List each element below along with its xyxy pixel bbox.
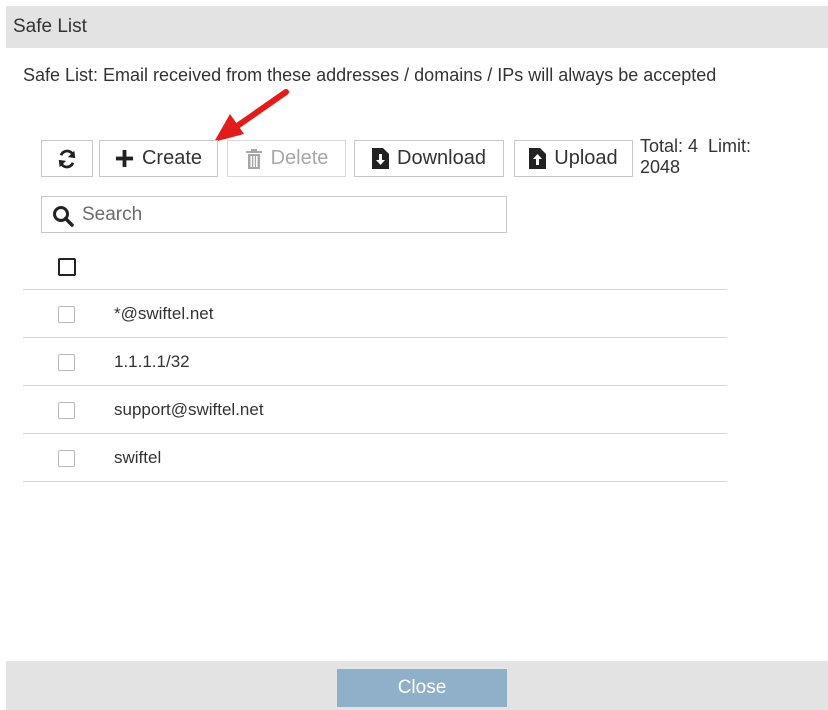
upload-file-icon xyxy=(529,148,547,169)
upload-button[interactable]: Upload xyxy=(514,140,633,177)
safe-list-dialog: Safe List Safe List: Email received from… xyxy=(6,6,828,710)
limit-label: Limit: xyxy=(708,136,752,156)
refresh-icon xyxy=(56,148,78,170)
create-button-label: Create xyxy=(141,147,203,169)
delete-button[interactable]: Delete xyxy=(227,140,346,177)
refresh-button[interactable] xyxy=(41,140,93,177)
safe-list-table: *@swiftel.net 1.1.1.1/32 support@swiftel… xyxy=(23,289,727,482)
dialog-title: Safe List xyxy=(13,16,87,37)
create-button[interactable]: Create xyxy=(99,140,218,177)
safe-list-description: Safe List: Email received from these add… xyxy=(23,65,717,85)
search-input[interactable] xyxy=(82,199,497,230)
row-checkbox[interactable] xyxy=(58,450,75,467)
row-checkbox[interactable] xyxy=(58,306,75,323)
total-count: Total: 4 xyxy=(640,136,699,156)
select-all-checkbox[interactable] xyxy=(58,258,76,276)
row-value: swiftel xyxy=(114,448,162,467)
row-value: 1.1.1.1/32 xyxy=(114,352,190,371)
table-row[interactable]: *@swiftel.net xyxy=(23,289,727,337)
search-icon xyxy=(52,205,74,227)
table-row[interactable]: 1.1.1.1/32 xyxy=(23,337,727,385)
download-button-label: Download xyxy=(397,147,486,169)
download-file-icon xyxy=(372,148,390,169)
row-checkbox[interactable] xyxy=(58,402,75,419)
annotation-arrow-icon xyxy=(214,89,289,142)
dialog-title-bar: Safe List xyxy=(6,6,828,48)
dialog-footer: Close xyxy=(6,661,828,710)
row-value: *@swiftel.net xyxy=(114,304,214,323)
plus-icon xyxy=(115,149,134,168)
record-count: Total: 4 Limit: 2048 xyxy=(640,136,790,178)
table-row[interactable]: swiftel xyxy=(23,433,727,482)
download-button[interactable]: Download xyxy=(354,140,504,177)
delete-button-label: Delete xyxy=(270,147,329,169)
table-row[interactable]: support@swiftel.net xyxy=(23,385,727,433)
upload-button-label: Upload xyxy=(554,147,618,169)
trash-icon xyxy=(245,148,263,169)
row-checkbox[interactable] xyxy=(58,354,75,371)
row-value: support@swiftel.net xyxy=(114,400,264,419)
limit-value: 2048 xyxy=(640,157,681,177)
search-box xyxy=(41,196,507,233)
close-button[interactable]: Close xyxy=(337,669,507,707)
